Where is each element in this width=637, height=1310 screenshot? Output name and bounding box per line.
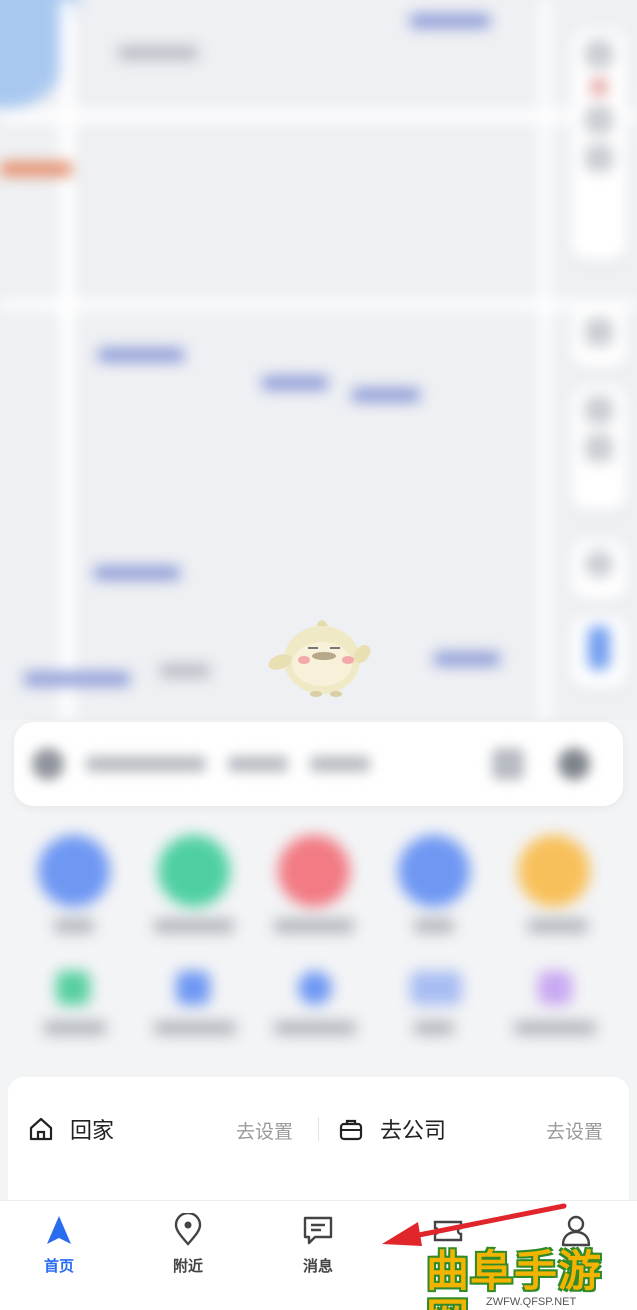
map-label: [410, 14, 490, 28]
shortcut-icon[interactable]: [56, 971, 90, 1005]
scan-icon: [492, 748, 524, 780]
shortcut-icon[interactable]: [410, 971, 462, 1005]
map-label: [352, 388, 420, 402]
map-label: [262, 376, 328, 390]
map-label: [0, 162, 72, 176]
map-road: [540, 0, 550, 720]
home-title: 回家: [70, 1119, 115, 1144]
shortcut-icon[interactable]: [278, 835, 350, 907]
tab-home[interactable]: 首页: [19, 1213, 99, 1285]
shortcut-icon[interactable]: [398, 835, 470, 907]
work-title: 去公司: [380, 1119, 447, 1144]
shortcut-icon[interactable]: [38, 835, 110, 907]
shortcut-label: [514, 1021, 596, 1035]
message-icon: [303, 1216, 333, 1245]
tab-label: 消息: [302, 1257, 333, 1275]
map-label: [24, 672, 130, 686]
home-icon: [29, 1117, 53, 1141]
watermark-url: ZWFW.QFSP.NET: [486, 1296, 577, 1308]
home-setup-link[interactable]: 去设置: [236, 1117, 293, 1144]
shortcut-label: [154, 919, 234, 933]
shortcut-icon[interactable]: [298, 971, 332, 1005]
commute-card: 回家 去设置 去公司 去设置: [8, 1077, 629, 1217]
map-label: [98, 348, 184, 362]
briefcase-icon: [339, 1119, 363, 1141]
annotation-arrow-icon: [382, 1203, 567, 1246]
shortcut-icon[interactable]: [538, 971, 572, 1005]
work-setup-link[interactable]: 去设置: [546, 1117, 603, 1144]
shortcut-label: [154, 1021, 236, 1035]
navigation-arrow-icon: [47, 1216, 71, 1244]
location-pin-icon: [174, 1213, 202, 1246]
mascot-icon[interactable]: [266, 612, 374, 698]
home-entry[interactable]: 回家: [28, 1113, 114, 1145]
voice-icon: [558, 748, 590, 780]
map-control-button[interactable]: [571, 616, 627, 688]
shortcut-icon[interactable]: [158, 835, 230, 907]
shortcut-label: [274, 919, 354, 933]
shortcut-label: [414, 1021, 454, 1035]
shortcut-label: [274, 1021, 356, 1035]
tab-label: 附近: [172, 1257, 203, 1275]
map-road: [60, 0, 74, 720]
map-control-button[interactable]: [571, 540, 627, 600]
search-chip: [228, 756, 288, 772]
map-layer-controls[interactable]: [571, 30, 627, 260]
map-label: [94, 566, 180, 580]
shortcut-icon[interactable]: [518, 835, 590, 907]
watermark-logo: 曲阜手游网 ZWFW.QFSP.NET: [426, 1248, 634, 1310]
shortcut-label: [528, 919, 588, 933]
shortcut-icon[interactable]: [176, 971, 210, 1005]
map-label: [160, 664, 210, 678]
map-control-button[interactable]: [571, 386, 627, 510]
shortcut-grid[interactable]: [0, 815, 637, 1060]
map-label: [118, 46, 198, 60]
search-icon: [32, 748, 64, 780]
shortcut-label: [414, 919, 454, 933]
work-entry[interactable]: 去公司: [338, 1113, 446, 1145]
divider: [318, 1117, 319, 1141]
shortcut-label: [54, 919, 94, 933]
tab-label: 首页: [43, 1257, 74, 1275]
map-control-button[interactable]: [571, 308, 627, 368]
search-chip: [310, 756, 370, 772]
tab-messages[interactable]: 消息: [278, 1213, 358, 1285]
search-placeholder: [86, 756, 206, 772]
search-bar[interactable]: [14, 722, 623, 806]
map-label: [434, 652, 500, 666]
tab-nearby[interactable]: 附近: [148, 1213, 228, 1285]
shortcut-label: [44, 1021, 106, 1035]
map-view[interactable]: [0, 0, 637, 720]
